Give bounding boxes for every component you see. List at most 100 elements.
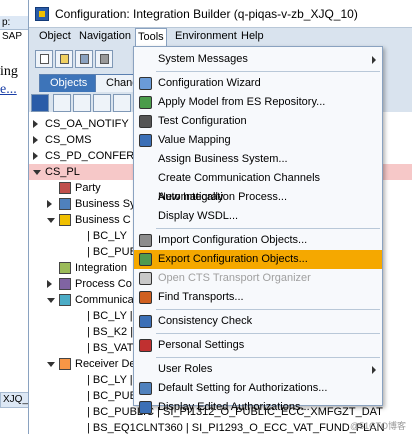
menu-item-label: Apply Model from ES Repository... (158, 96, 326, 108)
tree-dropdown-icon[interactable] (53, 94, 71, 112)
expanded-arrow-icon[interactable] (47, 298, 55, 303)
menu-item-label: Personal Settings (158, 339, 245, 351)
menu-item-label: Assign Business System... (158, 153, 288, 165)
new-document-icon[interactable] (35, 50, 53, 68)
delete-icon[interactable] (95, 50, 113, 68)
save-icon[interactable] (75, 50, 93, 68)
menu-environment[interactable]: Environment (173, 30, 239, 42)
menu-item-user-roles[interactable]: User Roles (134, 360, 382, 379)
menu-item-consistency-check[interactable]: Consistency Check (134, 312, 382, 331)
tree-row-label: Business Sy (75, 198, 136, 210)
menu-item-label: Display WSDL... (158, 210, 239, 222)
tree-row-label: | BC_LY (87, 230, 127, 242)
communication-icon (59, 294, 71, 306)
menu-separator (156, 228, 380, 229)
tools-menu: System Messages Configuration Wizard Apply… (133, 46, 383, 414)
menu-item-label: Export Configuration Objects... (158, 253, 308, 265)
authorization-icon (139, 382, 152, 395)
menu-item-assign-business-system[interactable]: Assign Business System... (134, 150, 382, 169)
title-bar: Configuration: Integration Builder (q-pi… (29, 0, 412, 28)
tree-row-label: | BS_EQ1CLNT360 | SI_PI1293_O_ECC_VAT_FU… (87, 422, 385, 434)
menu-item-label: Consistency Check (158, 315, 253, 327)
value-mapping-icon (139, 134, 152, 147)
app-logo-icon (35, 7, 49, 21)
expanded-arrow-icon[interactable] (47, 362, 55, 367)
model-icon (139, 96, 152, 109)
collapsed-arrow-icon[interactable] (47, 280, 52, 288)
collapsed-arrow-icon[interactable] (33, 152, 38, 160)
expanded-arrow-icon[interactable] (33, 170, 41, 175)
menu-item-find-transports[interactable]: Find Transports... (134, 288, 382, 307)
tree-row-label: CS_PL (45, 166, 80, 178)
menu-item-system-messages[interactable]: System Messages (134, 50, 382, 69)
menu-help[interactable]: Help (239, 30, 266, 42)
tree-row-label: Communica (75, 294, 134, 306)
tree-row-label: CS_PD_CONFERE (45, 150, 142, 162)
collapsed-arrow-icon[interactable] (47, 200, 52, 208)
business-system-icon (59, 198, 71, 210)
tree-row-label: Integration (75, 262, 127, 274)
menu-item-personal-settings[interactable]: Personal Settings (134, 336, 382, 355)
menu-item-display-wsdl[interactable]: Display WSDL... (134, 207, 382, 226)
background-link[interactable]: e... (0, 82, 17, 98)
submenu-arrow-icon (372, 366, 376, 374)
background-text: ing (0, 64, 18, 79)
menu-item-label: Configuration Wizard (158, 77, 261, 89)
menu-item-value-mapping[interactable]: Value Mapping (134, 131, 382, 150)
consistency-icon (139, 315, 152, 328)
tab-objects[interactable]: Objects (39, 74, 99, 92)
menu-item-configuration-wizard[interactable]: Configuration Wizard (134, 74, 382, 93)
display-auth-icon (139, 401, 152, 414)
open-folder-icon[interactable] (55, 50, 73, 68)
tree-view-icon[interactable] (31, 94, 49, 112)
submenu-arrow-icon (372, 56, 376, 64)
export-icon (139, 253, 152, 266)
background-window: p: SAP ing e... XJQ_1 (0, 0, 34, 434)
menu-separator (156, 333, 380, 334)
watermark: @51CTO博客 (350, 421, 406, 431)
collapsed-arrow-icon[interactable] (33, 120, 38, 128)
menu-item-export-configuration-objects[interactable]: Export Configuration Objects... (134, 250, 382, 269)
party-icon (59, 182, 71, 194)
business-component-icon (59, 214, 71, 226)
filter-icon[interactable] (113, 94, 131, 112)
menu-separator (156, 71, 380, 72)
test-icon (139, 115, 152, 128)
collapse-icon[interactable] (93, 94, 111, 112)
menu-item-default-setting-for-authorizations[interactable]: Default Setting for Authorizations... (134, 379, 382, 398)
tree-row-label: CS_OA_NOTIFY (45, 118, 129, 130)
menu-item-apply-model-from-es-repository[interactable]: Apply Model from ES Repository... (134, 93, 382, 112)
transport-icon (139, 291, 152, 304)
menu-item-label: New Integration Process... (158, 191, 288, 203)
menu-item-label: Open CTS Transport Organizer (158, 272, 311, 284)
menu-item-label: Display Edited Authorizations... (158, 401, 310, 413)
menu-bar: Object Navigation Tools Environment Help (29, 28, 412, 46)
menu-object[interactable]: Object (37, 30, 73, 42)
menu-separator (156, 309, 380, 310)
menu-navigation[interactable]: Navigation (77, 30, 133, 42)
window-title: Configuration: Integration Builder (q-pi… (55, 7, 358, 21)
menu-separator (156, 357, 380, 358)
menu-item-label: User Roles (158, 363, 213, 375)
menu-item-label: Test Configuration (158, 115, 247, 127)
menu-item-label: Default Setting for Authorizations... (158, 382, 328, 394)
menu-item-new-integration-process[interactable]: New Integration Process... (134, 188, 382, 207)
menu-item-import-configuration-objects[interactable]: Import Configuration Objects... (134, 231, 382, 250)
expand-icon[interactable] (73, 94, 91, 112)
collapsed-arrow-icon[interactable] (33, 136, 38, 144)
menu-item-label: Import Configuration Objects... (158, 234, 308, 246)
settings-icon (139, 339, 152, 352)
tree-row-label: Process Co (75, 278, 132, 290)
menu-item-create-communication-channels-automatically[interactable]: Create Communication Channels Automatica… (134, 169, 382, 203)
menu-tools[interactable]: Tools (135, 28, 167, 46)
menu-item-test-configuration[interactable]: Test Configuration (134, 112, 382, 131)
integration-icon (59, 262, 71, 274)
menu-item-display-edited-authorizations[interactable]: Display Edited Authorizations... (134, 398, 382, 417)
menu-item-label: System Messages (158, 53, 248, 65)
menu-item-label: Value Mapping (158, 134, 231, 146)
background-bottom-tab[interactable]: XJQ_1 (0, 392, 34, 408)
menu-item-label: Find Transports... (158, 291, 244, 303)
tree-row-label: Receiver De (75, 358, 136, 370)
expanded-arrow-icon[interactable] (47, 218, 55, 223)
background-tab[interactable]: p: SAP (0, 16, 30, 42)
